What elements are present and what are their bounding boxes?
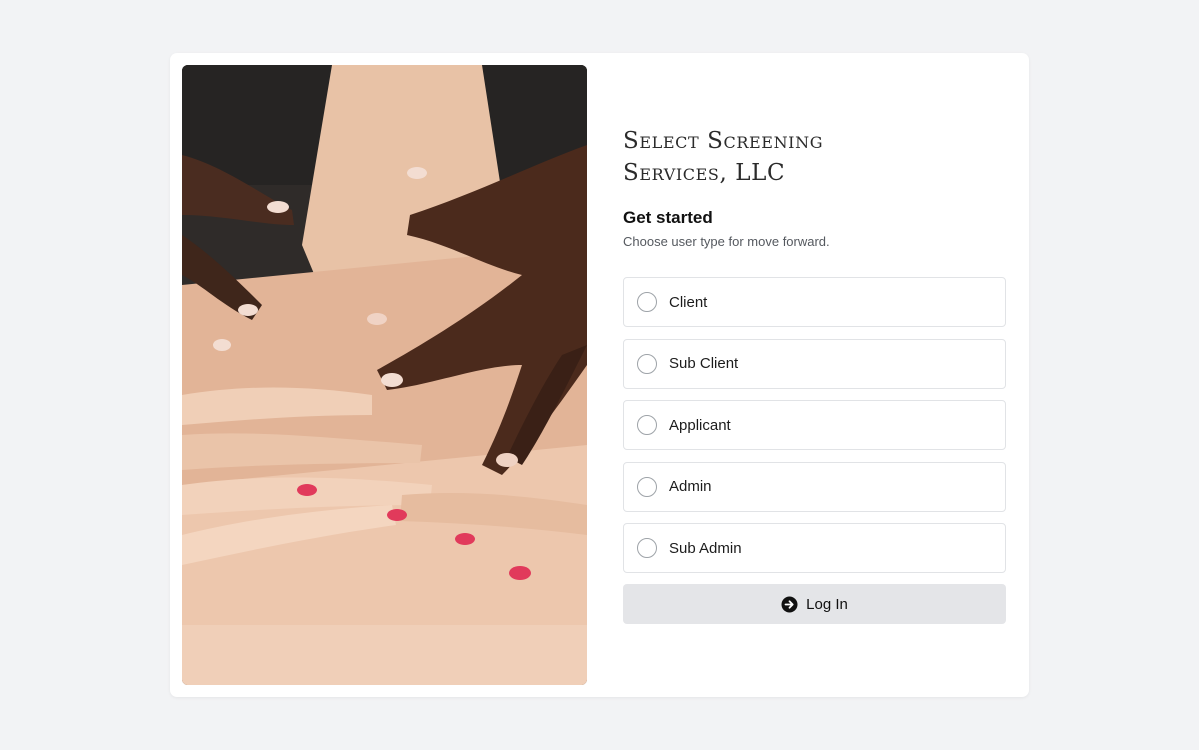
- radio-button[interactable]: [637, 538, 657, 558]
- user-type-label: Applicant: [669, 416, 731, 434]
- radio-button[interactable]: [637, 415, 657, 435]
- user-type-client[interactable]: Client: [623, 277, 1006, 327]
- company-name-line-2: Services, LLC: [623, 160, 786, 186]
- user-type-sub-admin[interactable]: Sub Admin: [623, 523, 1006, 573]
- user-type-applicant[interactable]: Applicant: [623, 400, 1006, 450]
- user-type-sub-client[interactable]: Sub Client: [623, 338, 1006, 389]
- company-name: Select Screening Services, LLC: [623, 125, 903, 189]
- user-type-label: Sub Admin: [669, 539, 742, 557]
- user-type-panel: Select Screening Services, LLC Get start…: [623, 53, 1006, 697]
- hands-together-photo: [182, 65, 587, 685]
- login-button[interactable]: Log In: [623, 584, 1006, 624]
- company-name-line-1: Select Screening: [623, 128, 824, 154]
- login-button-label: Log In: [806, 595, 848, 613]
- user-type-admin[interactable]: Admin: [623, 461, 1006, 512]
- radio-button[interactable]: [637, 292, 657, 312]
- user-type-options: Client Sub Client Applicant Admin Sub Ad…: [623, 277, 1006, 585]
- page-subheading: Choose user type for move forward.: [623, 234, 830, 249]
- radio-button[interactable]: [637, 476, 657, 497]
- user-type-label: Sub Client: [669, 355, 739, 372]
- arrow-circle-right-icon: [781, 596, 798, 613]
- user-type-label: Admin: [669, 478, 712, 495]
- login-card: Select Screening Services, LLC Get start…: [170, 53, 1029, 697]
- radio-button[interactable]: [637, 353, 657, 374]
- user-type-label: Client: [669, 293, 708, 311]
- page-heading: Get started: [623, 208, 713, 227]
